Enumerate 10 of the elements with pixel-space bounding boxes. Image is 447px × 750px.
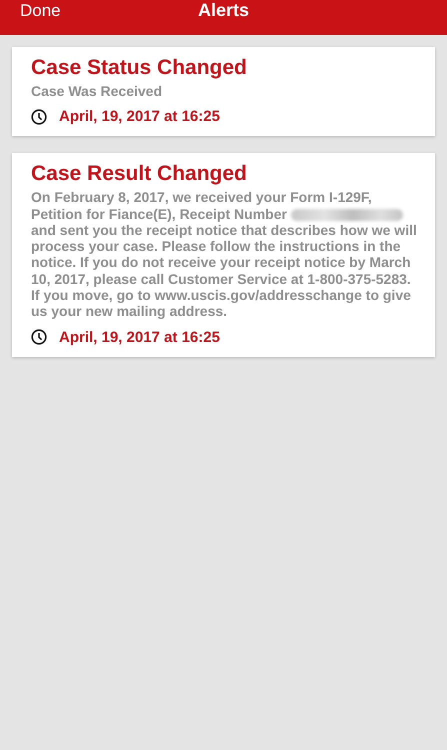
clock-icon: [31, 329, 47, 346]
alert-title: Case Status Changed: [31, 55, 248, 81]
alert-time: April, 19, 2017 at 16:25: [59, 328, 220, 346]
header-title: Alerts: [198, 0, 250, 21]
done-button[interactable]: Done: [20, 1, 61, 21]
clock-icon: [31, 108, 47, 125]
alert-message: Case Was Received: [31, 83, 162, 99]
alert-time: April, 19, 2017 at 16:25: [59, 108, 220, 126]
alert-message: and sent you the receipt notice that describes how we will process your case. Please follow the instructions in the notice. If you do not receive your receipt notice by March 10, 2017, please call Customer Service at 1-800-375-5283. If you move, go to www.uscis.gov/addresschange to give us your new mailing address.: [31, 222, 417, 320]
alert-title: Case Result Changed: [31, 161, 248, 188]
